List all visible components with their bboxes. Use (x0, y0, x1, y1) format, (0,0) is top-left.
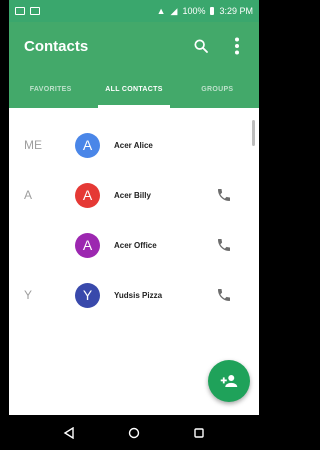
phone-screen: ▲ ◢ 100% 3:29 PM Contacts FAVORITES ALL … (9, 0, 259, 450)
section-letter: Y (24, 288, 33, 302)
more-options-button[interactable] (227, 36, 247, 56)
section-letter: A (24, 188, 33, 202)
contact-row-yudsis-pizza[interactable]: Y Y Yudsis Pizza (9, 270, 259, 320)
navigation-bar (9, 415, 259, 450)
phone-icon (218, 239, 230, 251)
tab-bar: FAVORITES ALL CONTACTS GROUPS (9, 70, 259, 108)
battery-percent: 100% (182, 6, 206, 16)
page-title: Contacts (24, 37, 89, 55)
status-bar: ▲ ◢ 100% 3:29 PM (9, 0, 259, 22)
back-button[interactable] (59, 423, 79, 443)
phone-icon (218, 289, 230, 301)
search-icon (194, 39, 208, 53)
notification-icon (30, 7, 40, 15)
add-contact-button[interactable] (208, 360, 250, 402)
section-letter: ME (24, 138, 42, 152)
phone-icon (218, 189, 230, 201)
contact-name: Acer Alice (114, 140, 153, 150)
more-vert-icon (235, 37, 239, 55)
wifi-icon: ▲ (156, 6, 166, 16)
call-button[interactable] (213, 284, 235, 306)
call-button[interactable] (213, 184, 235, 206)
contact-name: Acer Billy (114, 190, 151, 200)
tab-groups[interactable]: GROUPS (176, 70, 259, 108)
contact-row-acer-alice[interactable]: ME A Acer Alice (9, 120, 259, 170)
scrollbar[interactable] (252, 120, 255, 146)
status-time: 3:29 PM (219, 6, 253, 16)
contact-list: ME A Acer Alice A A Acer Billy A Acer Of… (9, 108, 259, 320)
contact-name: Yudsis Pizza (114, 290, 163, 300)
home-icon (128, 427, 140, 438)
home-button[interactable] (124, 423, 144, 443)
back-icon (64, 426, 75, 439)
contact-row-acer-billy[interactable]: A A Acer Billy (9, 170, 259, 220)
signal-icon: ◢ (170, 5, 178, 16)
tab-favorites[interactable]: FAVORITES (9, 70, 92, 108)
contact-name: Acer Office (114, 240, 157, 250)
app-bar: Contacts (9, 22, 259, 70)
tab-all-contacts[interactable]: ALL CONTACTS (92, 70, 175, 108)
avatar: A (75, 232, 100, 258)
recents-button[interactable] (189, 423, 209, 443)
contact-row-acer-office[interactable]: A Acer Office (9, 220, 259, 270)
app-bar-actions (191, 36, 247, 56)
add-contact-icon (220, 375, 238, 387)
avatar: A (75, 182, 100, 208)
search-button[interactable] (191, 36, 211, 56)
status-indicators: ▲ ◢ 100% 3:29 PM (157, 6, 253, 17)
call-button[interactable] (213, 234, 235, 256)
battery-icon (210, 7, 215, 15)
status-notifications (15, 7, 40, 15)
recents-icon (193, 427, 204, 438)
avatar: A (75, 132, 100, 158)
notification-icon (15, 7, 25, 15)
avatar: Y (75, 282, 100, 308)
